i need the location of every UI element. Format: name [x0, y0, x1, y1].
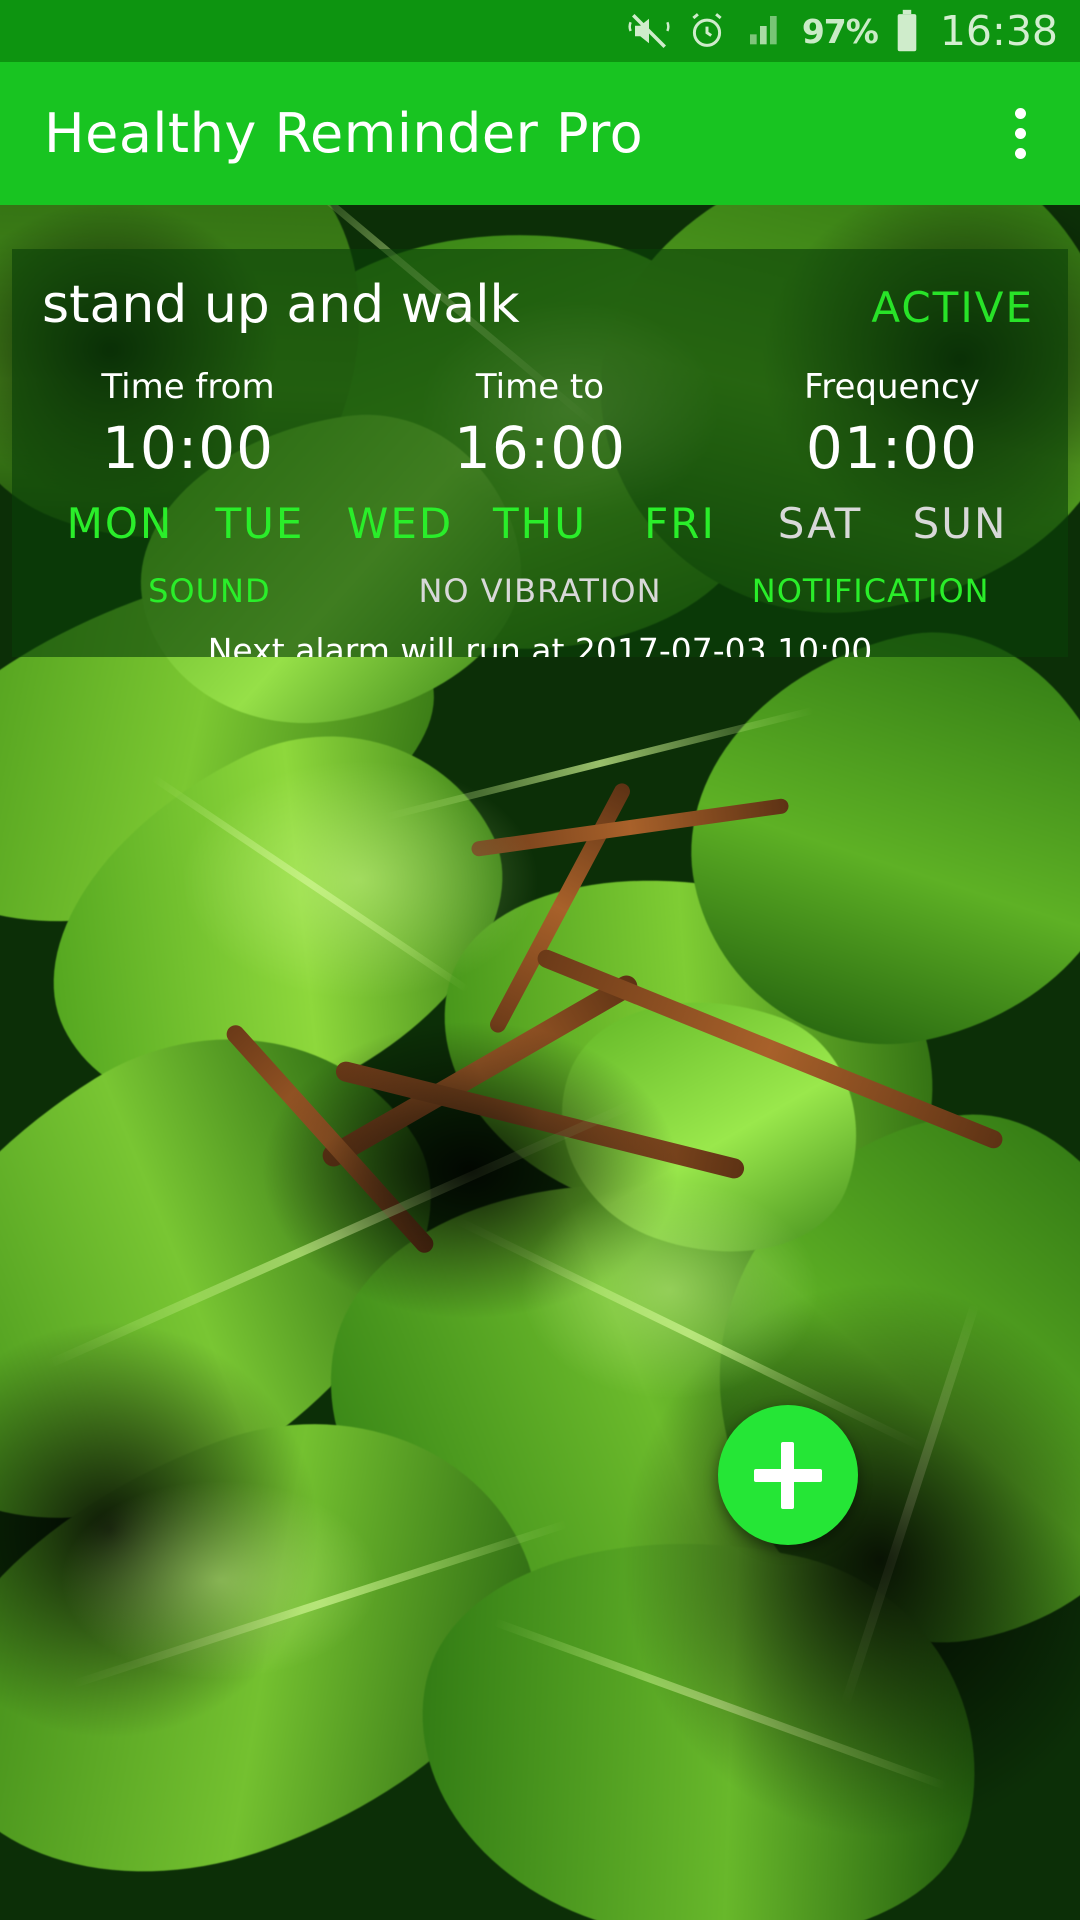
vibrate-mute-icon — [628, 10, 670, 52]
time-labels-row: Time from Time to Frequency — [12, 367, 1068, 407]
day-wed[interactable]: WED — [330, 499, 470, 548]
option-notification[interactable]: NOTIFICATION — [705, 572, 1036, 610]
app-screen: 97% 16:38 Healthy Reminder Pro stand up … — [0, 0, 1080, 1920]
signal-bars-icon — [744, 11, 786, 51]
app-title: Healthy Reminder Pro — [44, 102, 644, 165]
day-tue[interactable]: TUE — [190, 499, 330, 548]
reminder-name: stand up and walk — [42, 275, 520, 335]
status-bar: 97% 16:38 — [0, 0, 1080, 62]
reminder-card[interactable]: stand up and walk ACTIVE Time from Time … — [12, 249, 1068, 657]
days-of-week-row: MON TUE WED THU FRI SAT SUN — [12, 499, 1068, 548]
time-values-row: 10:00 16:00 01:00 — [12, 414, 1068, 482]
battery-percent-label: 97% — [801, 11, 879, 51]
option-vibration[interactable]: NO VIBRATION — [375, 572, 706, 610]
status-badge[interactable]: ACTIVE — [871, 283, 1034, 332]
day-sun[interactable]: SUN — [890, 499, 1030, 548]
time-to-label: Time to — [475, 367, 605, 407]
day-thu[interactable]: THU — [470, 499, 610, 548]
time-from-value[interactable]: 10:00 — [12, 414, 364, 482]
frequency-label: Frequency — [804, 367, 980, 407]
option-sound[interactable]: SOUND — [44, 572, 375, 610]
frequency-value[interactable]: 01:00 — [716, 414, 1068, 482]
day-sat[interactable]: SAT — [750, 499, 890, 548]
add-reminder-button[interactable] — [718, 1405, 858, 1545]
battery-icon — [894, 9, 920, 53]
overflow-menu-icon[interactable] — [990, 88, 1050, 180]
day-mon[interactable]: MON — [50, 499, 190, 548]
app-bar: Healthy Reminder Pro — [0, 62, 1080, 205]
status-bar-clock: 16:38 — [939, 7, 1058, 55]
reminder-header-row: stand up and walk ACTIVE — [12, 275, 1068, 335]
time-from-label: Time from — [101, 367, 275, 407]
next-alarm-text: Next alarm will run at 2017-07-03 10:00 — [207, 631, 873, 657]
day-fri[interactable]: FRI — [610, 499, 750, 548]
alarm-clock-icon — [686, 10, 728, 52]
time-to-value[interactable]: 16:00 — [364, 414, 716, 482]
plus-icon-vertical — [781, 1442, 794, 1509]
options-row: SOUND NO VIBRATION NOTIFICATION — [12, 572, 1068, 610]
